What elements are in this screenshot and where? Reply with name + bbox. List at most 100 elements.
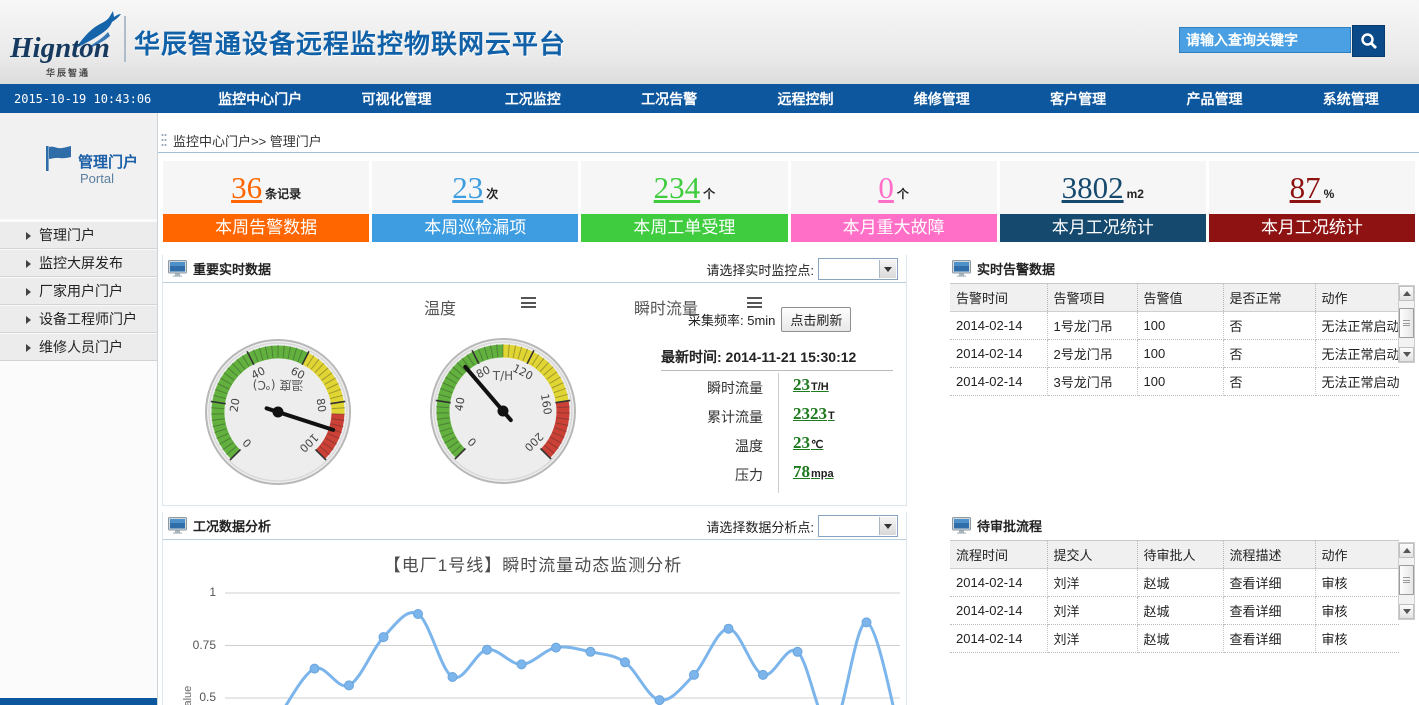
cell-value: 100 (1137, 340, 1223, 368)
scroll-up-button[interactable] (1399, 286, 1414, 301)
nav-timestamp: 2015-10-19 10:43:06 (0, 92, 192, 106)
nav-item-condition-alarm[interactable]: 工况告警 (601, 89, 737, 109)
stat-card-label[interactable]: 本周告警数据 (163, 214, 369, 242)
select-dropdown-button[interactable] (879, 517, 896, 535)
stat-value-link[interactable]: 3802 (1062, 172, 1124, 203)
stat-card-monthly-condition-m2[interactable]: 3802m2 本月工况统计 (1000, 161, 1206, 245)
cell-action: 无法正常启动 (1315, 340, 1399, 368)
breadcrumb-dots-icon (161, 133, 167, 147)
nav-item-customer[interactable]: 客户管理 (1010, 89, 1146, 109)
stat-value-link[interactable]: 23 (452, 172, 483, 203)
company-logo[interactable]: Hignton 华辰智通 (8, 10, 123, 76)
stat-unit: % (1324, 187, 1335, 201)
nav-item-monitor-center[interactable]: 监控中心门户 (192, 89, 328, 109)
search-box (1179, 27, 1389, 55)
sidebar-item-vendor-portal[interactable]: 厂家用户门户 (0, 277, 157, 305)
col-submitter: 提交人 (1047, 541, 1137, 569)
nav-item-remote-control[interactable]: 远程控制 (737, 89, 873, 109)
stat-card-monthly-failures[interactable]: 0个 本月重大故障 (791, 161, 997, 245)
view-detail-link[interactable]: 查看详细 (1223, 569, 1315, 597)
logo-divider (124, 16, 126, 62)
svg-text:20: 20 (227, 397, 242, 413)
sidebar-item-repair-portal[interactable]: 维修人员门户 (0, 333, 157, 361)
svg-text:T/H: T/H (492, 369, 513, 383)
audit-link[interactable]: 审核 (1315, 597, 1399, 625)
stat-card-label[interactable]: 本周工单受理 (581, 214, 787, 242)
stat-card-label[interactable]: 本月工况统计 (1209, 214, 1415, 242)
section-header: 待审批流程 (950, 512, 1416, 538)
search-button[interactable] (1352, 25, 1385, 57)
cell-submitter: 刘洋 (1047, 625, 1137, 653)
svg-text:温度 (℃): 温度 (℃) (253, 378, 304, 393)
view-detail-link[interactable]: 查看详细 (1223, 597, 1315, 625)
stat-card-label[interactable]: 本月重大故障 (791, 214, 997, 242)
footer-strip (0, 698, 157, 705)
temperature-gauge: 020406080100温度 (℃) (203, 337, 353, 487)
table-header-row: 告警时间 告警项目 告警值 是否正常 动作 (950, 284, 1399, 312)
scroll-down-button[interactable] (1399, 604, 1414, 619)
scrollbar-thumb[interactable] (1399, 565, 1414, 595)
scrollbar-thumb[interactable] (1399, 308, 1414, 338)
stat-card-label[interactable]: 本周巡检漏项 (372, 214, 578, 242)
nav-item-product[interactable]: 产品管理 (1146, 89, 1282, 109)
arrow-right-icon (26, 260, 31, 268)
stat-card-monthly-condition-pct[interactable]: 87% 本月工况统计 (1209, 161, 1415, 245)
cell-submitter: 刘洋 (1047, 597, 1137, 625)
table-row: 2014-02-14 刘洋 赵城 查看详细 审核 (950, 569, 1399, 597)
monitor-point-label: 请选择实时监控点: (706, 260, 814, 279)
chart-title: 【电厂1号线】瞬时流量动态监测分析 (163, 551, 903, 576)
realtime-alarm-section: 实时告警数据 告警时间 告警项目 告警值 是否正常 动作 2014-02-14 … (950, 255, 1416, 396)
nav-item-system[interactable]: 系统管理 (1283, 89, 1419, 109)
nav-item-condition-monitor[interactable]: 工况监控 (465, 89, 601, 109)
gauge-menu-icon[interactable] (521, 297, 536, 309)
refresh-button[interactable]: 点击刷新 (781, 307, 851, 332)
readout-value: 23℃ (793, 433, 823, 453)
alarm-table-scrollbar[interactable] (1398, 285, 1415, 363)
audit-link[interactable]: 审核 (1315, 569, 1399, 597)
select-dropdown-button[interactable] (879, 260, 896, 278)
realtime-data-section: 重要实时数据 请选择实时监控点: 温度 瞬时流量 020406080100温度 … (162, 255, 907, 506)
monitor-icon (168, 517, 187, 534)
stat-card-label[interactable]: 本月工况统计 (1000, 214, 1206, 242)
readout-row-flow: 瞬时流量 23T/H (633, 375, 913, 401)
audit-link[interactable]: 审核 (1315, 625, 1399, 653)
col-description: 流程描述 (1223, 541, 1315, 569)
col-action: 动作 (1315, 284, 1399, 312)
view-detail-link[interactable]: 查看详细 (1223, 625, 1315, 653)
chevron-down-icon (884, 524, 892, 529)
stat-card-weekly-alarms[interactable]: 36条记录 本周告警数据 (163, 161, 369, 245)
search-input[interactable] (1179, 27, 1351, 53)
stat-value-link[interactable]: 36 (231, 172, 262, 203)
nav-item-visualization[interactable]: 可视化管理 (328, 89, 464, 109)
cell-value: 100 (1137, 312, 1223, 340)
sidebar-item-admin-portal[interactable]: 管理门户 (0, 221, 157, 249)
stat-card-weekly-workorders[interactable]: 234个 本周工单受理 (581, 161, 787, 245)
stat-value-link[interactable]: 0 (878, 172, 894, 203)
readout-value: 23T/H (793, 375, 829, 395)
logo-subtext: 华辰智通 (46, 66, 90, 79)
approval-table-scrollbar[interactable] (1398, 542, 1415, 620)
cell-value: 100 (1137, 368, 1223, 396)
col-normal: 是否正常 (1223, 284, 1315, 312)
stat-card-top: 0个 (791, 161, 997, 214)
col-alarm-time: 告警时间 (950, 284, 1047, 312)
col-action: 动作 (1315, 541, 1399, 569)
sidebar-item-label: 管理门户 (39, 227, 95, 243)
alarm-table: 告警时间 告警项目 告警值 是否正常 动作 2014-02-14 1号龙门吊 1… (950, 283, 1399, 396)
scroll-up-button[interactable] (1399, 543, 1414, 558)
stat-value-link[interactable]: 234 (654, 172, 701, 203)
readout-label: 温度 (633, 436, 763, 456)
monitor-point-select[interactable] (818, 258, 898, 280)
y-tick-label: 0.75 (160, 638, 216, 652)
sidebar-item-big-screen[interactable]: 监控大屏发布 (0, 249, 157, 277)
cell-normal: 否 (1223, 312, 1315, 340)
analysis-point-select[interactable] (818, 515, 898, 537)
sidebar-item-engineer-portal[interactable]: 设备工程师门户 (0, 305, 157, 333)
stat-card-weekly-inspection[interactable]: 23次 本周巡检漏项 (372, 161, 578, 245)
stat-value-link[interactable]: 87 (1290, 172, 1321, 203)
stat-card-top: 36条记录 (163, 161, 369, 214)
monitor-icon (952, 260, 971, 277)
nav-item-maintenance[interactable]: 维修管理 (874, 89, 1010, 109)
scroll-down-button[interactable] (1399, 347, 1414, 362)
breadcrumb-divider (158, 152, 1419, 153)
